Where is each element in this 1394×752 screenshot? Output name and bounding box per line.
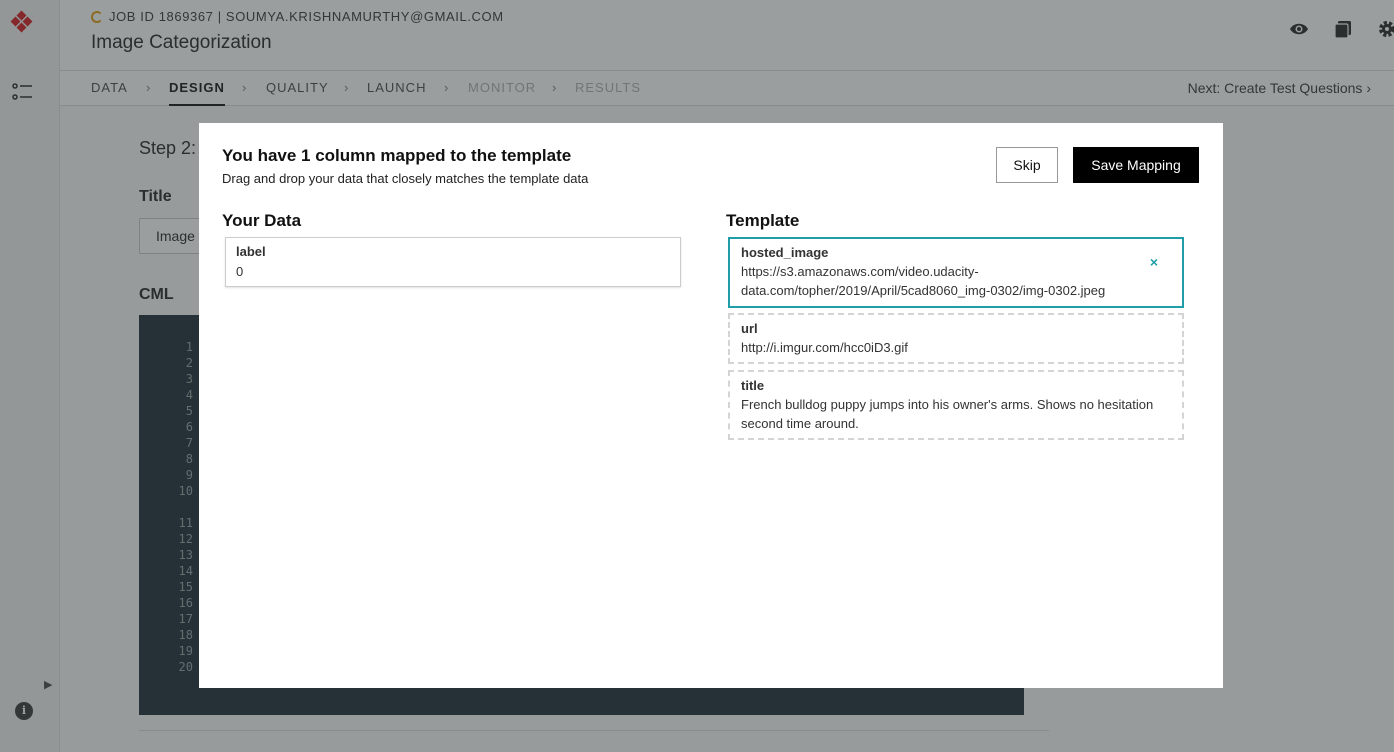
- template-value: http://i.imgur.com/hcc0iD3.gif: [741, 340, 908, 355]
- remove-mapping-icon[interactable]: ×: [1150, 255, 1158, 269]
- template-field-hosted-image[interactable]: hosted_image https://s3.amazonaws.com/vi…: [728, 237, 1184, 308]
- template-key: url: [741, 321, 758, 336]
- modal-subtitle: Drag and drop your data that closely mat…: [222, 171, 589, 186]
- modal-title: You have 1 column mapped to the template: [222, 146, 572, 165]
- template-field-url[interactable]: url http://i.imgur.com/hcc0iD3.gif: [728, 313, 1184, 364]
- data-column-card[interactable]: label 0: [225, 237, 681, 287]
- your-data-heading: Your Data: [222, 211, 302, 230]
- save-mapping-button[interactable]: Save Mapping: [1073, 147, 1199, 183]
- template-key: hosted_image: [741, 245, 829, 260]
- mapping-modal: You have 1 column mapped to the template…: [199, 123, 1223, 688]
- template-value: https://s3.amazonaws.com/video.udacity-d…: [741, 264, 1106, 298]
- column-key: label: [236, 244, 266, 259]
- template-value: French bulldog puppy jumps into his owne…: [741, 397, 1154, 431]
- column-value: 0: [236, 264, 244, 279]
- template-key: title: [741, 378, 765, 393]
- skip-button[interactable]: Skip: [996, 147, 1058, 183]
- template-field-title[interactable]: title French bulldog puppy jumps into hi…: [728, 370, 1184, 440]
- template-heading: Template: [726, 211, 800, 230]
